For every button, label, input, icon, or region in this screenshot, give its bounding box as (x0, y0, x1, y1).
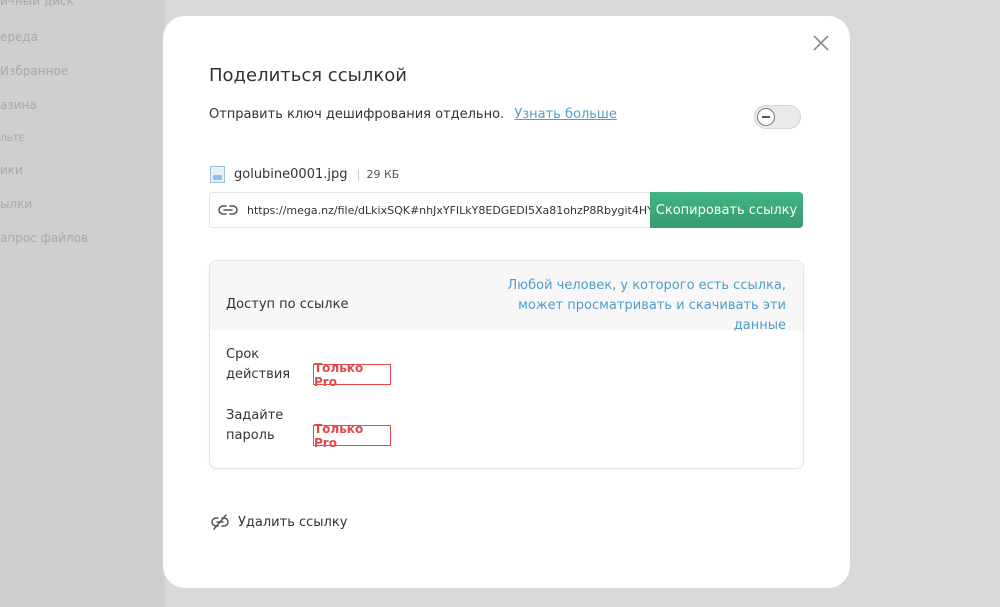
access-description: Любой человек, у которого есть ссылка, м… (507, 278, 786, 333)
link-access-panel: Доступ по ссылке Любой человек, у которо… (209, 260, 804, 469)
link-icon (218, 205, 238, 215)
broken-link-icon (211, 514, 229, 530)
delete-link-button[interactable]: Удалить ссылку (210, 514, 347, 530)
file-info: golubine0001.jpg 29 КБ (210, 166, 399, 183)
background-sidebar-item: ылки (0, 197, 33, 211)
password-pro-badge[interactable]: Только Pro (313, 422, 391, 450)
background-sidebar-item: ичный диск (0, 0, 74, 8)
close-icon (813, 35, 829, 51)
link-url: https://mega.nz/file/dLkixSQK#nhJxYFILkY… (247, 203, 651, 217)
file-size: 29 КБ (366, 168, 400, 181)
background-sidebar: ичный диск ереда Избранное азина ЛЬТЕ ик… (0, 0, 165, 607)
divider (357, 168, 359, 181)
access-title: Доступ по ссылке (226, 297, 349, 312)
close-button[interactable] (810, 32, 832, 54)
background-sidebar-item: апрос файлов (0, 231, 89, 245)
decryption-key-label: Отправить ключ дешифрования отдельно. (209, 107, 505, 122)
image-file-icon (210, 166, 225, 183)
decryption-key-option: Отправить ключ дешифрования отдельно. Уз… (209, 107, 617, 122)
expiry-pro-badge[interactable]: Только Pro (313, 361, 391, 389)
background-sidebar-item: ЛЬТЕ (0, 134, 25, 144)
decryption-key-toggle[interactable] (754, 105, 801, 129)
link-field[interactable]: https://mega.nz/file/dLkixSQK#nhJxYFILkY… (209, 192, 651, 228)
background-sidebar-item: азина (0, 98, 37, 112)
toggle-knob (757, 108, 775, 126)
learn-more-link[interactable]: Узнать больше (514, 107, 617, 122)
background-sidebar-item: ики (0, 163, 23, 177)
file-name: golubine0001.jpg (234, 167, 348, 182)
dialog-title: Поделиться ссылкой (209, 65, 407, 86)
access-header: Доступ по ссылке Любой человек, у которо… (210, 261, 803, 333)
background-sidebar-item: Избранное (0, 64, 69, 78)
delete-link-label: Удалить ссылку (238, 514, 348, 530)
expiry-label: Срок действия (226, 347, 291, 382)
password-label: Задайте пароль (226, 408, 284, 443)
share-link-dialog: Поделиться ссылкой Отправить ключ дешифр… (163, 16, 850, 588)
copy-link-button[interactable]: Скопировать ссылку (650, 192, 803, 228)
background-sidebar-item: ереда (0, 30, 39, 44)
